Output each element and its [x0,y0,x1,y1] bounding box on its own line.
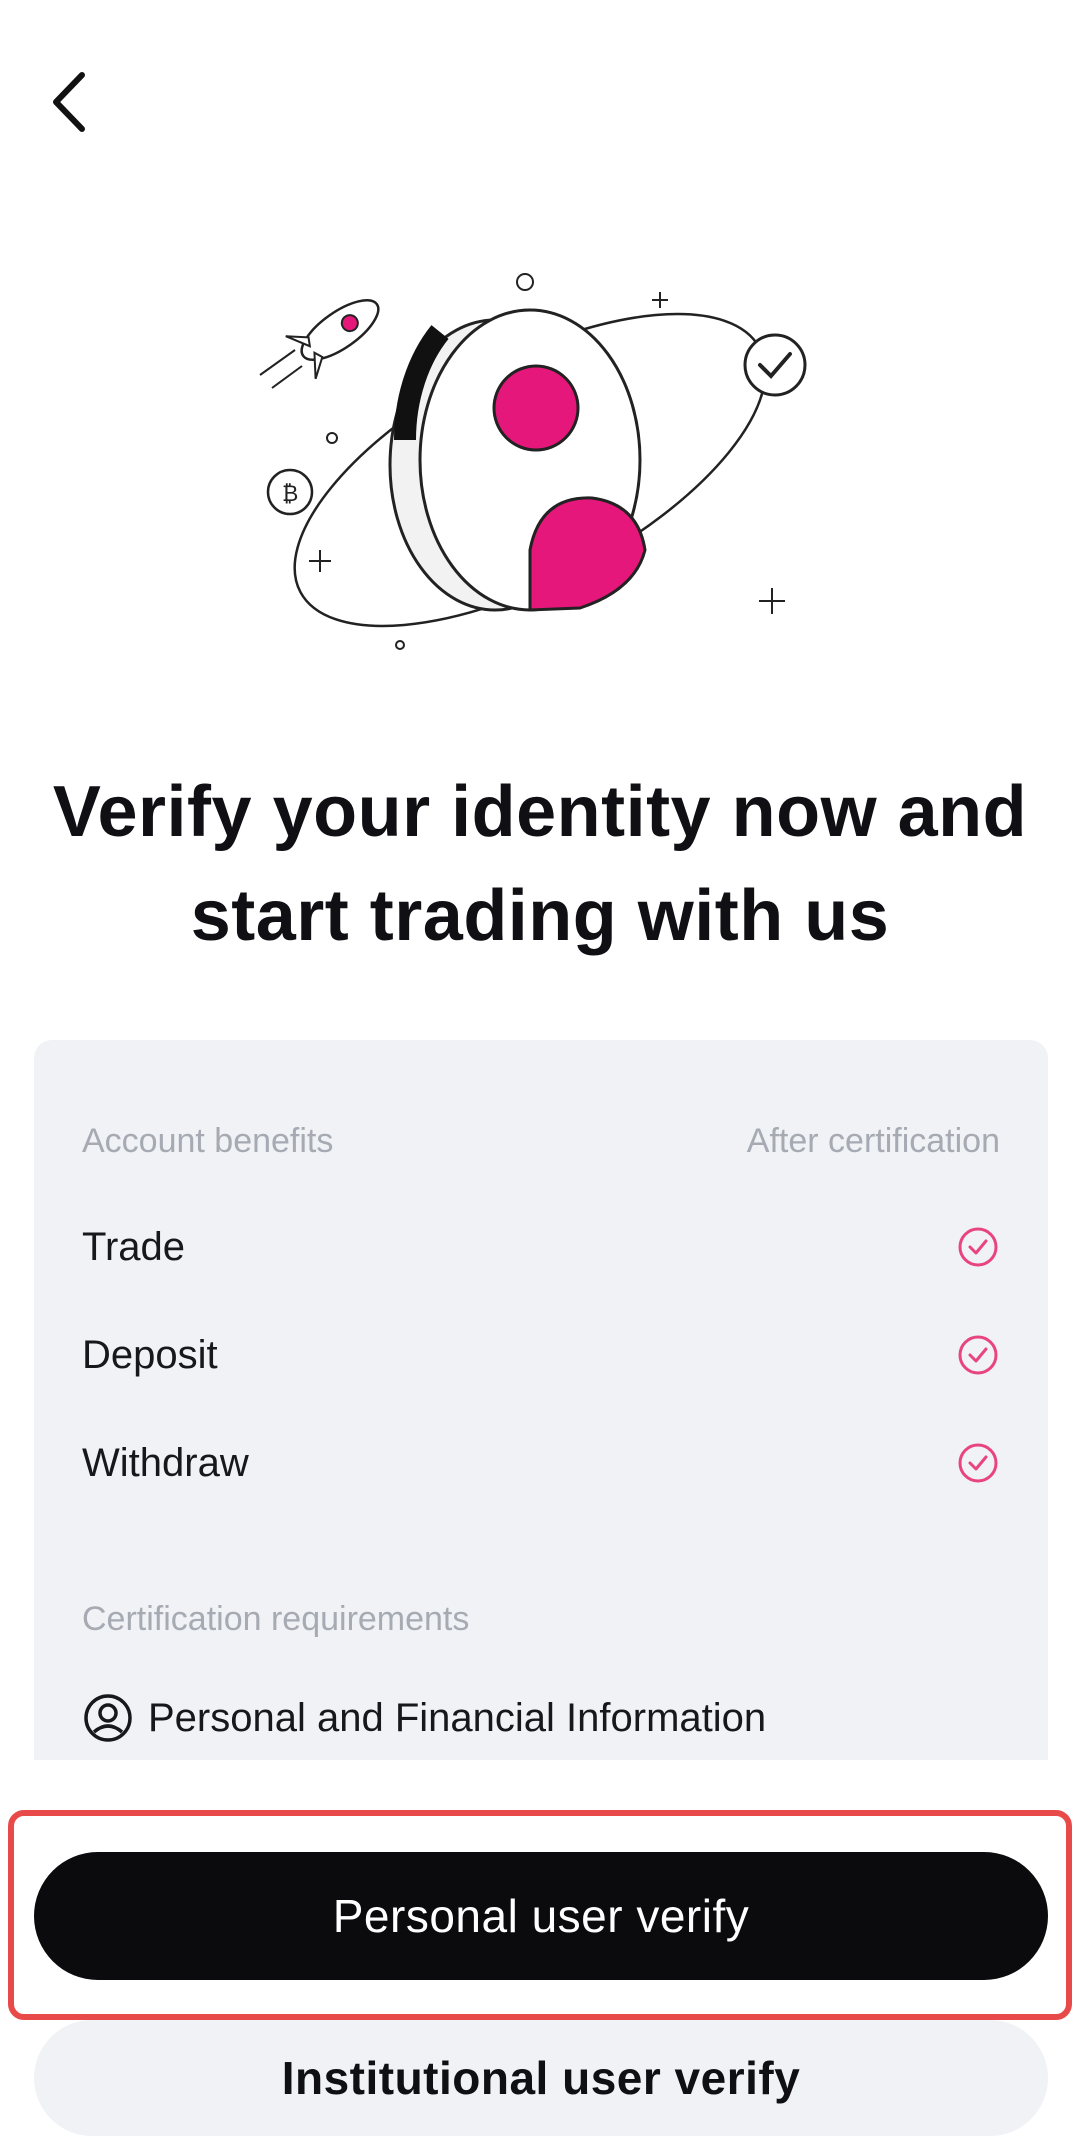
back-button[interactable] [28,52,108,152]
requirements-title: Certification requirements [82,1600,470,1638]
svg-text:₿: ₿ [282,482,298,507]
benefits-header: Account benefits After certification [82,1122,1000,1161]
check-circle-icon [956,1333,1000,1377]
page-title-line2: start trading with us [190,876,890,956]
page-title-line1: Verify your identity now and [52,772,1028,852]
benefit-label: Trade [82,1224,186,1269]
hero-illustration: ₿ [240,260,840,660]
benefit-row-deposit: Deposit [82,1325,1000,1385]
user-circle-icon [82,1692,134,1744]
benefits-column-left: Account benefits [82,1122,334,1160]
institutional-user-verify-button[interactable]: Institutional user verify [34,2020,1048,2136]
page-title: Verify your identity now and start tradi… [0,760,1080,968]
benefits-column-right: After certification [746,1122,1000,1160]
benefit-label: Deposit [82,1332,218,1377]
personal-user-verify-button[interactable]: Personal user verify [34,1852,1048,1980]
check-circle-icon [956,1441,1000,1485]
benefits-card: Account benefits After certification Tra… [34,1040,1048,1760]
benefit-row-withdraw: Withdraw [82,1433,1000,1493]
requirement-label: Personal and Financial Information [148,1695,767,1740]
check-circle-icon [956,1225,1000,1269]
benefit-row-trade: Trade [82,1217,1000,1277]
benefit-label: Withdraw [82,1440,249,1485]
requirement-item: Personal and Financial Information [82,1692,766,1744]
chevron-left-icon [53,72,85,132]
